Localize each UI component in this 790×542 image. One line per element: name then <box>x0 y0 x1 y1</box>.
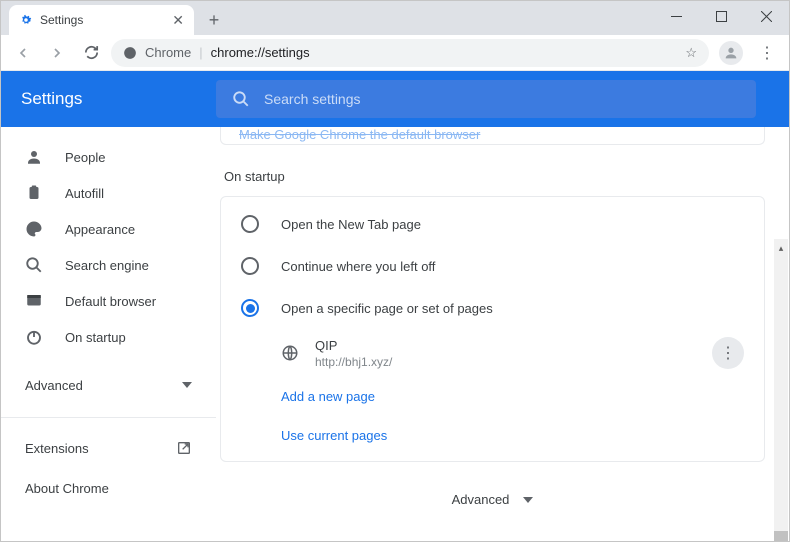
sidebar-item-default-browser[interactable]: Default browser <box>1 283 216 319</box>
use-current-pages-link[interactable]: Use current pages <box>221 416 764 455</box>
sidebar-item-about[interactable]: About Chrome <box>1 468 216 508</box>
sidebar-item-appearance[interactable]: Appearance <box>1 211 216 247</box>
maximize-button[interactable] <box>699 1 744 31</box>
url-scheme: Chrome <box>145 45 191 60</box>
chevron-down-icon <box>182 382 192 388</box>
url-field[interactable]: Chrome | chrome://settings ☆ <box>111 39 709 67</box>
advanced-bottom-toggle[interactable]: Advanced <box>220 492 765 507</box>
section-title: On startup <box>220 169 765 184</box>
sidebar-item-label: Appearance <box>65 222 135 237</box>
startup-page-entry: QIP http://bhj1.xyz/ ⋮ <box>221 329 764 377</box>
chrome-origin-icon <box>123 46 137 60</box>
sidebar-item-people[interactable]: People <box>1 139 216 175</box>
search-icon <box>232 90 250 108</box>
startup-page-url: http://bhj1.xyz/ <box>315 355 696 369</box>
bookmark-star-icon[interactable]: ☆ <box>685 45 697 61</box>
browser-tab[interactable]: Settings ✕ <box>9 5 194 35</box>
globe-icon <box>281 344 299 362</box>
sidebar-item-extensions[interactable]: Extensions <box>1 428 216 468</box>
close-window-button[interactable] <box>744 1 789 31</box>
browser-icon <box>25 292 43 310</box>
chevron-down-icon <box>523 497 533 503</box>
radio-new-tab[interactable]: Open the New Tab page <box>221 203 764 245</box>
palette-icon <box>25 220 43 238</box>
scroll-up-arrow[interactable]: ▴ <box>774 241 788 255</box>
titlebar: Settings ✕ + <box>1 1 789 35</box>
sidebar-item-label: Autofill <box>65 186 104 201</box>
search-icon <box>25 256 43 274</box>
settings-gear-icon <box>19 13 33 27</box>
radio-icon-checked <box>241 299 259 317</box>
back-button[interactable] <box>9 39 37 67</box>
radio-icon <box>241 215 259 233</box>
browser-menu-icon[interactable]: ⋮ <box>753 43 781 63</box>
page-title: Settings <box>21 89 216 109</box>
radio-icon <box>241 257 259 275</box>
prev-section-card[interactable]: Make Google Chrome the default browser <box>220 127 765 145</box>
reload-button[interactable] <box>77 39 105 67</box>
sidebar-item-label: People <box>65 150 105 165</box>
sidebar-item-search-engine[interactable]: Search engine <box>1 247 216 283</box>
url-path: chrome://settings <box>211 45 310 60</box>
minimize-button[interactable] <box>654 1 699 31</box>
main-content: Make Google Chrome the default browser O… <box>216 127 789 541</box>
person-icon <box>25 148 43 166</box>
forward-button[interactable] <box>43 39 71 67</box>
addressbar: Chrome | chrome://settings ☆ ⋮ <box>1 35 789 71</box>
close-tab-icon[interactable]: ✕ <box>172 12 184 29</box>
sidebar-item-label: Search engine <box>65 258 149 273</box>
sidebar-item-label: On startup <box>65 330 126 345</box>
sidebar-advanced-toggle[interactable]: Advanced <box>1 363 216 407</box>
profile-avatar[interactable] <box>719 41 743 65</box>
clipboard-icon <box>25 184 43 202</box>
sidebar-item-on-startup[interactable]: On startup <box>1 319 216 355</box>
radio-continue[interactable]: Continue where you left off <box>221 245 764 287</box>
search-input[interactable] <box>264 91 740 107</box>
scrollbar-thumb[interactable] <box>774 531 788 541</box>
external-link-icon <box>176 440 192 456</box>
power-icon <box>25 328 43 346</box>
sidebar-item-label: Default browser <box>65 294 156 309</box>
sidebar: People Autofill Appearance Search engine… <box>1 127 216 541</box>
add-page-link[interactable]: Add a new page <box>221 377 764 416</box>
radio-specific-pages[interactable]: Open a specific page or set of pages <box>221 287 764 329</box>
tab-title: Settings <box>40 13 83 27</box>
startup-card: Open the New Tab page Continue where you… <box>220 196 765 462</box>
search-box[interactable] <box>216 80 756 118</box>
startup-page-name: QIP <box>315 338 696 353</box>
page-more-button[interactable]: ⋮ <box>712 337 744 369</box>
sidebar-item-autofill[interactable]: Autofill <box>1 175 216 211</box>
settings-header: Settings <box>1 71 789 127</box>
scrollbar-track[interactable] <box>774 239 788 541</box>
new-tab-button[interactable]: + <box>200 6 228 34</box>
